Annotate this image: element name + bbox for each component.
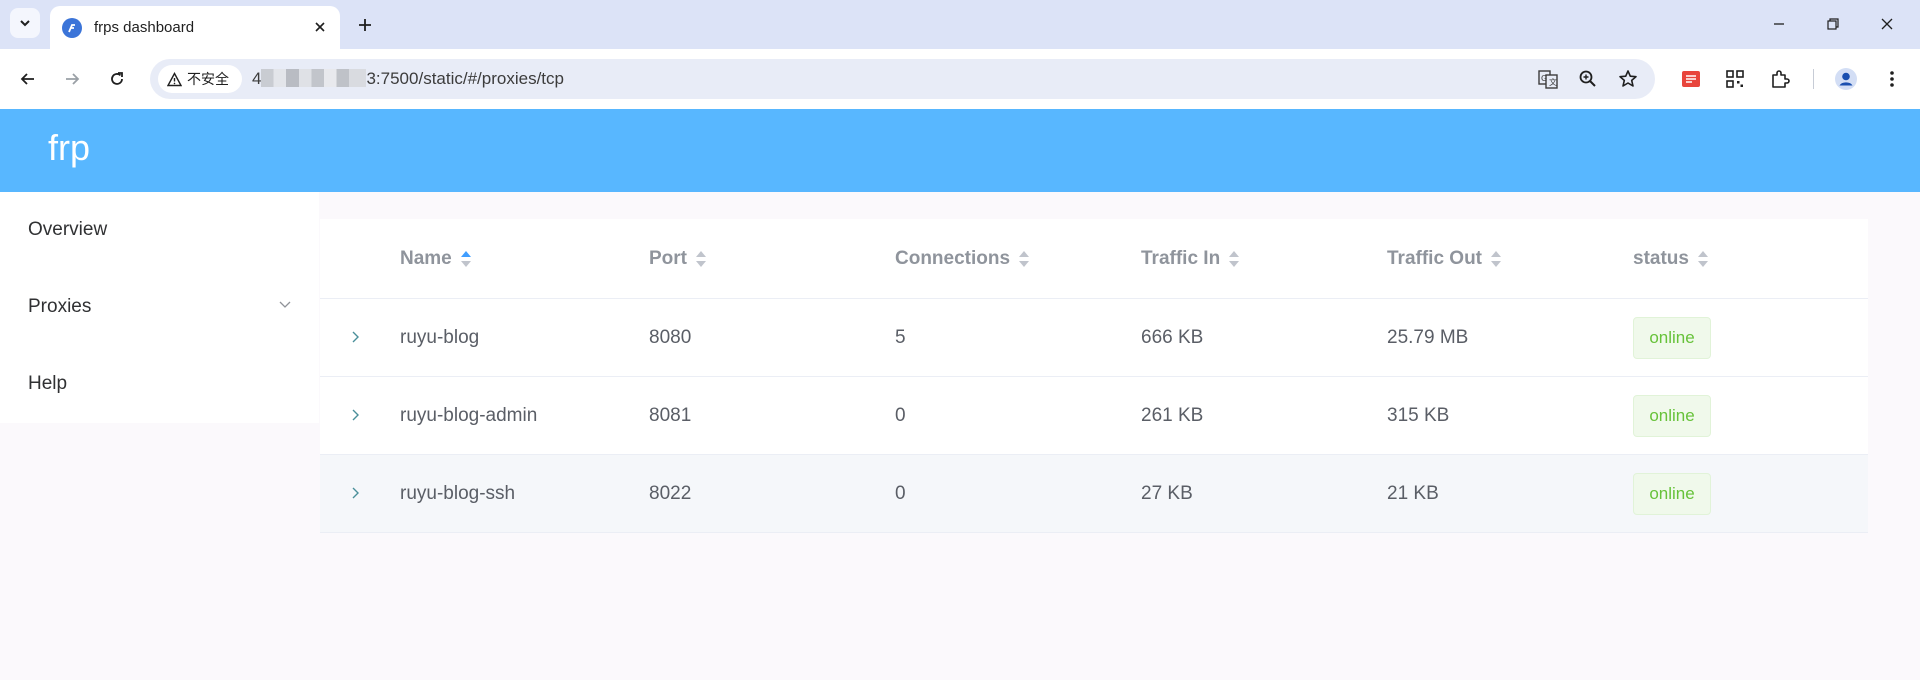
qr-code-icon[interactable] xyxy=(1721,65,1749,93)
restore-button[interactable] xyxy=(1821,12,1845,36)
sort-caret-icon[interactable] xyxy=(1018,248,1030,270)
svg-text:G: G xyxy=(1541,74,1547,83)
url-text[interactable]: 4 3:7500/static/#/proxies/tcp xyxy=(252,69,564,89)
forward-button[interactable] xyxy=(58,65,86,93)
status-badge: online xyxy=(1633,317,1711,359)
column-label: Name xyxy=(400,248,452,269)
app-header: frp xyxy=(0,109,1920,192)
toolbar-divider xyxy=(1813,69,1814,89)
profile-avatar-icon[interactable] xyxy=(1832,65,1860,93)
more-menu-icon[interactable] xyxy=(1878,65,1906,93)
cell-traffic-in: 261 KB xyxy=(1141,405,1204,426)
sidebar-item-overview[interactable]: Overview xyxy=(28,219,107,241)
cell-traffic-in: 27 KB xyxy=(1141,483,1193,504)
chevron-right-icon[interactable] xyxy=(348,486,362,500)
restore-icon xyxy=(1827,18,1839,30)
cell-name: ruyu-blog-ssh xyxy=(400,483,516,504)
cell-name: ruyu-blog-admin xyxy=(400,405,538,426)
back-button[interactable] xyxy=(14,65,42,93)
sort-caret-icon[interactable] xyxy=(1228,248,1240,270)
tab-search-button[interactable] xyxy=(10,8,40,38)
cell-connections: 0 xyxy=(895,483,906,504)
extensions-puzzle-icon[interactable] xyxy=(1766,65,1794,93)
close-icon xyxy=(1881,18,1893,30)
bookmark-star-icon[interactable] xyxy=(1616,67,1640,91)
reload-button[interactable] xyxy=(103,65,131,93)
sort-caret-icon[interactable] xyxy=(1697,248,1709,270)
cell-name: ruyu-blog xyxy=(400,327,480,348)
sort-caret-icon[interactable] xyxy=(1490,248,1502,270)
zoom-icon[interactable] xyxy=(1576,67,1600,91)
security-chip[interactable]: 不安全 xyxy=(158,65,242,93)
brand-logo-text[interactable]: frp xyxy=(48,127,90,169)
column-header-traffic-in[interactable]: Traffic In xyxy=(1141,219,1240,298)
chevron-right-icon[interactable] xyxy=(348,330,362,344)
frp-favicon-icon xyxy=(62,17,82,38)
security-label: 不安全 xyxy=(187,71,229,87)
column-header-connections[interactable]: Connections xyxy=(895,219,1030,298)
sort-caret-icon[interactable] xyxy=(460,248,472,270)
table-row[interactable]: ruyu-blog 8080 5 666 KB 25.79 MB online xyxy=(320,299,1868,377)
plus-icon xyxy=(359,19,371,31)
sidebar-item-proxies[interactable]: Proxies xyxy=(28,296,91,318)
minimize-button[interactable] xyxy=(1767,12,1791,36)
extension-notes-icon[interactable] xyxy=(1677,65,1705,93)
column-label: Traffic In xyxy=(1141,248,1221,269)
browser-toolbar: 不安全 4 3:7500/static/#/proxies/tcp G文 xyxy=(0,49,1920,110)
browser-tab-strip: frps dashboard xyxy=(0,0,1920,49)
arrow-right-icon xyxy=(66,73,80,85)
chevron-down-icon xyxy=(279,301,291,308)
status-badge: online xyxy=(1633,395,1711,437)
column-header-traffic-out[interactable]: Traffic Out xyxy=(1387,219,1502,298)
column-label: Traffic Out xyxy=(1387,248,1483,269)
chevron-down-icon xyxy=(20,20,30,27)
browser-tab[interactable]: frps dashboard xyxy=(50,6,340,49)
minimize-icon xyxy=(1774,23,1784,25)
table-row[interactable]: ruyu-blog-admin 8081 0 261 KB 315 KB onl… xyxy=(320,377,1868,455)
table-row[interactable]: ruyu-blog-ssh 8022 0 27 KB 21 KB online xyxy=(320,455,1868,533)
cell-traffic-out: 21 KB xyxy=(1387,483,1439,504)
new-tab-button[interactable] xyxy=(352,12,378,38)
cell-port: 8022 xyxy=(649,483,692,504)
close-tab-icon[interactable] xyxy=(310,17,330,37)
column-label: Connections xyxy=(895,248,1011,269)
arrow-left-icon xyxy=(20,73,34,85)
url-prefix: 4 xyxy=(252,69,262,88)
close-window-button[interactable] xyxy=(1875,12,1899,36)
column-header-port[interactable]: Port xyxy=(649,219,707,298)
column-header-status[interactable]: status xyxy=(1633,219,1709,298)
cell-port: 8080 xyxy=(649,327,692,348)
column-label: status xyxy=(1633,248,1689,269)
column-header-name[interactable]: Name xyxy=(400,219,472,298)
proxies-table: Name Port Connections Traffic In Traffic… xyxy=(320,219,1868,533)
cell-connections: 5 xyxy=(895,327,906,348)
sort-caret-icon[interactable] xyxy=(695,248,707,270)
cell-traffic-in: 666 KB xyxy=(1141,327,1204,348)
cell-port: 8081 xyxy=(649,405,692,426)
cell-connections: 0 xyxy=(895,405,906,426)
reload-icon xyxy=(111,72,123,85)
svg-text:文: 文 xyxy=(1549,77,1557,87)
url-redacted-block xyxy=(261,69,367,87)
chevron-right-icon[interactable] xyxy=(348,408,362,422)
status-badge: online xyxy=(1633,473,1711,515)
url-suffix: 3:7500/static/#/proxies/tcp xyxy=(366,69,564,88)
sidebar-menu: Overview Proxies Help xyxy=(0,192,319,423)
column-label: Port xyxy=(649,248,687,269)
address-bar[interactable]: 不安全 4 3:7500/static/#/proxies/tcp G文 xyxy=(150,59,1655,99)
translate-icon[interactable]: G文 xyxy=(1536,67,1560,91)
tab-title: frps dashboard xyxy=(94,19,195,36)
cell-traffic-out: 25.79 MB xyxy=(1387,327,1469,348)
warning-icon xyxy=(167,71,182,86)
sidebar-item-help[interactable]: Help xyxy=(28,373,67,395)
cell-traffic-out: 315 KB xyxy=(1387,405,1450,426)
